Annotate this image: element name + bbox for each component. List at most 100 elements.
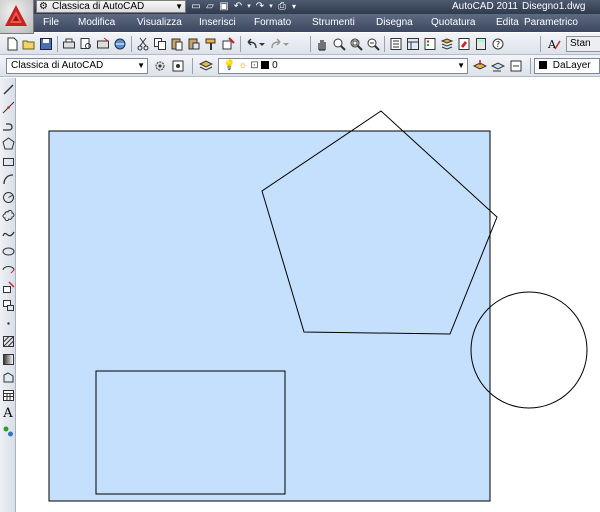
make-current-layer-button[interactable]	[472, 58, 488, 74]
paste-button[interactable]	[169, 36, 185, 52]
standard-toolbar: ? A Stan	[0, 33, 600, 55]
add-selected-button[interactable]	[1, 424, 15, 438]
tool-palettes-icon	[424, 38, 436, 50]
paste-special-icon	[188, 38, 200, 50]
design-center-button[interactable]	[405, 36, 421, 52]
ellipse-arc-button[interactable]	[1, 262, 15, 276]
zoom-previous-button[interactable]	[365, 36, 381, 52]
open-file-icon[interactable]: ▱	[204, 1, 216, 13]
polygon-icon	[1, 136, 15, 149]
make-block-button[interactable]	[1, 298, 15, 312]
menu-formato[interactable]: Formato	[254, 14, 291, 32]
design-center-icon	[407, 38, 419, 50]
save-icon[interactable]: ▣	[218, 1, 230, 13]
menu-parametrico[interactable]: Parametrico	[524, 14, 578, 32]
sun-icon: ☼	[238, 60, 248, 71]
chevron-down-icon: ▼	[457, 61, 465, 70]
rectangle-button[interactable]	[1, 154, 15, 168]
region-button[interactable]	[1, 370, 15, 384]
insert-block-button[interactable]	[1, 280, 15, 294]
line-button[interactable]	[1, 82, 15, 96]
undo-dropdown[interactable]	[258, 36, 266, 52]
point-button[interactable]	[1, 316, 15, 330]
circle-icon	[2, 191, 14, 203]
revision-cloud-icon	[2, 209, 14, 221]
drawing-canvas[interactable]	[17, 78, 600, 512]
new-file-icon[interactable]: ▭	[190, 1, 202, 13]
help-button[interactable]: ?	[490, 36, 506, 52]
text-style-button[interactable]: A	[546, 36, 562, 52]
help-icon: ?	[492, 38, 504, 50]
layer-previous-button[interactable]	[490, 58, 506, 74]
workspace-dropdown-label: Classica di AutoCAD	[52, 1, 145, 12]
tool-palettes-button[interactable]	[422, 36, 438, 52]
undo-dropdown-icon[interactable]: ▾	[246, 1, 252, 13]
customize-button[interactable]	[170, 58, 186, 74]
revision-cloud-button[interactable]	[1, 208, 15, 222]
ellipse-button[interactable]	[1, 244, 15, 258]
polyline-button[interactable]	[1, 118, 15, 132]
menu-file[interactable]: File	[43, 14, 59, 32]
redo-icon[interactable]: ↷	[254, 1, 266, 13]
undo-icon[interactable]: ↶	[232, 1, 244, 13]
text-style-icon: A	[547, 38, 561, 51]
add-selected-icon	[3, 426, 13, 436]
workspace-settings-button[interactable]	[152, 58, 168, 74]
menu-disegna[interactable]: Disegna	[376, 14, 413, 32]
menu-edita[interactable]: Edita	[496, 14, 519, 32]
customize-qa-icon[interactable]: ▾	[290, 1, 298, 13]
application-menu-button[interactable]	[0, 0, 34, 34]
gradient-button[interactable]	[1, 352, 15, 366]
color-dropdown[interactable]: DaLayer	[534, 58, 600, 74]
publish-icon	[97, 37, 109, 49]
layer-properties-button[interactable]	[198, 58, 214, 74]
multiline-text-button[interactable]: A	[1, 406, 15, 421]
printer-icon	[63, 38, 75, 49]
block-editor-button[interactable]	[220, 36, 236, 52]
text-style-dropdown[interactable]: Stan	[566, 36, 600, 52]
circle-button[interactable]	[1, 190, 15, 204]
layer-name-label: 0	[272, 60, 278, 71]
3d-dwf-button[interactable]	[112, 36, 128, 52]
hatch-button[interactable]	[1, 334, 15, 348]
publish-button[interactable]	[95, 36, 111, 52]
redo-dropdown-icon[interactable]: ▾	[268, 1, 274, 13]
arc-button[interactable]	[1, 172, 15, 186]
new-button[interactable]	[4, 36, 20, 52]
chevron-down-icon: ▼	[175, 2, 183, 11]
plot-icon[interactable]: ⎙	[276, 1, 288, 13]
save-button[interactable]	[38, 36, 54, 52]
zoom-window-button[interactable]	[348, 36, 364, 52]
open-button[interactable]	[21, 36, 37, 52]
menu-modifica[interactable]: Modifica	[78, 14, 115, 32]
polygon-button[interactable]	[1, 136, 15, 150]
zoom-window-icon	[350, 38, 363, 51]
cut-button[interactable]	[135, 36, 151, 52]
zoom-realtime-button[interactable]	[331, 36, 347, 52]
table-button[interactable]	[1, 388, 15, 402]
redo-dropdown[interactable]	[282, 36, 290, 52]
properties-button[interactable]	[388, 36, 404, 52]
workspace-selector[interactable]: Classica di AutoCAD ▼	[6, 58, 148, 74]
copy-button[interactable]	[152, 36, 168, 52]
spline-button[interactable]	[1, 226, 15, 240]
pan-button[interactable]	[314, 36, 330, 52]
paste-icon	[171, 38, 183, 51]
region-icon	[3, 371, 13, 382]
match-properties-button[interactable]	[203, 36, 219, 52]
menu-visualizza[interactable]: Visualizza	[137, 14, 182, 32]
construction-line-button[interactable]	[1, 100, 15, 114]
drawing-svg[interactable]	[17, 78, 600, 512]
sheet-set-manager-button[interactable]	[439, 36, 455, 52]
plot-preview-button[interactable]	[78, 36, 94, 52]
workspace-dropdown[interactable]: ⚙ Classica di AutoCAD ▼	[36, 0, 186, 13]
layer-dropdown[interactable]: 💡 ☼ ⊡ 0 ▼	[218, 58, 468, 74]
layer-state-button[interactable]	[508, 58, 524, 74]
markup-set-manager-button[interactable]	[456, 36, 472, 52]
quickcalc-button[interactable]	[473, 36, 489, 52]
menu-strumenti[interactable]: Strumenti	[312, 14, 355, 32]
menu-inserisci[interactable]: Inserisci	[199, 14, 236, 32]
menu-quotatura[interactable]: Quotatura	[431, 14, 475, 32]
plot-button[interactable]	[61, 36, 77, 52]
paste-special-button[interactable]	[186, 36, 202, 52]
